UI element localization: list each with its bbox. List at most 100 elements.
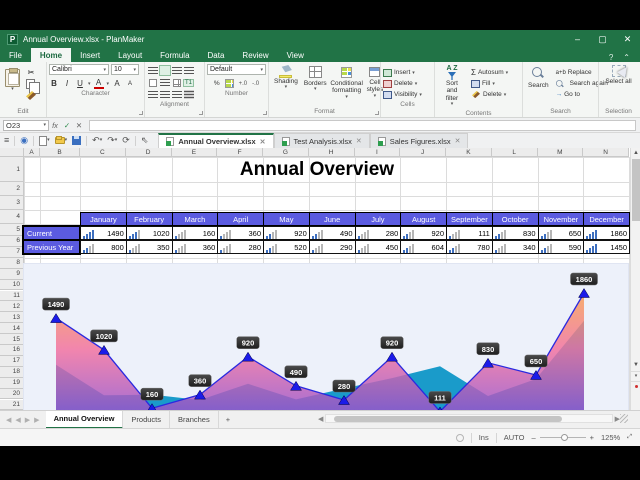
select-all-corner[interactable] [0, 148, 24, 157]
row-header-18[interactable]: 18 [0, 367, 24, 378]
paste-button[interactable]: ▾ [2, 66, 23, 94]
sheet-jump-button[interactable] [631, 381, 640, 390]
grow-font-button[interactable]: A [112, 79, 122, 88]
zoom-out-button[interactable]: – [531, 433, 535, 442]
number-dialog-launcher[interactable] [263, 111, 267, 115]
menu-tab-home[interactable]: Home [31, 48, 71, 62]
value-cell[interactable]: 920 [263, 226, 310, 240]
remove-decimal-button[interactable]: -.0 [252, 81, 259, 87]
select-all-button[interactable]: Select all [602, 64, 634, 86]
column-header-L[interactable]: L [492, 148, 538, 157]
column-header-N[interactable]: N [583, 148, 629, 157]
calc-mode-indicator[interactable]: AUTO [504, 433, 525, 442]
menu-tab-view[interactable]: View [278, 48, 313, 62]
cell-reference-box[interactable]: O23▾ [3, 120, 49, 131]
font-color-button[interactable]: A [94, 78, 104, 89]
borders-mini-icon[interactable] [173, 79, 181, 87]
conditional-formatting-button[interactable]: Conditional formatting▾ [330, 64, 364, 102]
menu-tab-review[interactable]: Review [233, 48, 277, 62]
column-header-B[interactable]: B [40, 148, 80, 157]
value-cell[interactable]: 1860 [583, 226, 630, 240]
value-cell[interactable]: 780 [446, 240, 493, 254]
month-header-cell[interactable]: May [263, 212, 310, 226]
tab-close-icon[interactable]: ✕ [455, 137, 461, 145]
column-header-I[interactable]: I [355, 148, 401, 157]
document-tab[interactable]: Test Analysis.xlsx✕ [274, 133, 370, 148]
value-cell[interactable]: 1450 [583, 240, 630, 254]
row-header-9[interactable]: 9 [0, 269, 24, 280]
sheet-nav-arrow[interactable]: ▶ [34, 416, 39, 424]
row-header-12[interactable]: 12 [0, 301, 24, 312]
value-cell[interactable]: 280 [217, 240, 264, 254]
menu-tab-insert[interactable]: Insert [71, 48, 109, 62]
month-header-cell[interactable]: November [538, 212, 585, 226]
horizontal-scrollbar[interactable]: ◀ ▶ [318, 413, 628, 424]
column-header-J[interactable]: J [400, 148, 446, 157]
sort-and-filter-button[interactable]: A Z Sort and filter▾ [437, 64, 467, 109]
zoom-level[interactable]: 125% [601, 433, 620, 442]
column-header-E[interactable]: E [172, 148, 218, 157]
value-cell[interactable]: 800 [80, 240, 127, 254]
month-header-cell[interactable]: February [126, 212, 173, 226]
number-format-select[interactable]: Default▾ [207, 64, 266, 75]
font-size-select[interactable]: 10▾ [111, 64, 139, 75]
value-cell[interactable]: 490 [309, 226, 356, 240]
cancel-entry-icon[interactable]: ✕ [73, 121, 85, 130]
column-header-G[interactable]: G [263, 148, 309, 157]
value-cell[interactable]: 360 [217, 226, 264, 240]
row-header-8[interactable]: 8 [0, 258, 24, 269]
scroll-left-icon[interactable]: ◀ [318, 415, 323, 423]
delete-contents-button[interactable]: Delete▾ [471, 89, 508, 100]
collapse-ribbon-icon[interactable]: ⌃ [623, 53, 630, 62]
visibility-button[interactable]: Visibility▾ [383, 89, 432, 100]
currency-format-icon[interactable] [225, 79, 234, 88]
column-header-A[interactable]: A [24, 148, 40, 157]
borders-button[interactable]: Borders▾ [301, 64, 330, 94]
row-header-19[interactable]: 19 [0, 378, 24, 389]
month-header-cell[interactable]: August [400, 212, 447, 226]
wrap-text-icon[interactable] [160, 78, 170, 87]
shading-button[interactable]: Shading▾ [271, 64, 301, 92]
resize-grip-icon[interactable] [620, 414, 628, 423]
delete-cells-button[interactable]: Delete▾ [383, 78, 432, 89]
add-sheet-button[interactable]: + [219, 415, 237, 424]
fill-button[interactable]: Fill▾ [471, 78, 508, 89]
row-header-16[interactable]: 16 [0, 345, 24, 356]
menu-tab-layout[interactable]: Layout [109, 48, 151, 62]
row-header-15[interactable]: 15 [0, 334, 24, 345]
month-header-cell[interactable]: March [172, 212, 219, 226]
value-cell[interactable]: 111 [446, 226, 493, 240]
align-left-icon[interactable] [148, 90, 158, 99]
row-header-6[interactable]: 6 [0, 236, 24, 247]
open-icon[interactable]: ▾ [55, 137, 68, 144]
shrink-font-button[interactable]: A [125, 81, 135, 87]
redo-icon[interactable]: ↷▾ [107, 136, 117, 145]
format-dialog-launcher[interactable] [375, 111, 379, 115]
row-header-5[interactable]: 5 [0, 224, 24, 236]
value-cell[interactable]: 280 [355, 226, 402, 240]
sheet-nav-arrow[interactable]: ◀ [15, 416, 20, 424]
value-cell[interactable]: 160 [172, 226, 219, 240]
horizontal-scroll-thumb[interactable] [334, 416, 562, 422]
minimize-button[interactable]: – [565, 30, 590, 48]
document-tab[interactable]: Sales Figures.xlsx✕ [370, 133, 469, 148]
column-header-M[interactable]: M [538, 148, 584, 157]
menu-tab-formula[interactable]: Formula [151, 48, 198, 62]
sheet-tab-products[interactable]: Products [123, 411, 170, 429]
scroll-down-icon[interactable]: ▼ [631, 360, 640, 370]
menu-icon[interactable]: ≡ [4, 136, 9, 145]
rotate-text-button[interactable]: T1 [183, 79, 194, 87]
value-cell[interactable]: 920 [400, 226, 447, 240]
split-view-button[interactable]: ▾ [631, 371, 640, 380]
tab-close-icon[interactable]: ✕ [356, 137, 362, 145]
month-header-cell[interactable]: October [492, 212, 539, 226]
value-cell[interactable]: 340 [492, 240, 539, 254]
align-top-icon[interactable] [148, 66, 158, 75]
percent-format-button[interactable]: % [214, 80, 220, 87]
month-header-cell[interactable]: September [446, 212, 493, 226]
cut-button[interactable]: ✂ [26, 68, 36, 77]
confirm-entry-icon[interactable]: ✓ [61, 121, 73, 130]
font-name-select[interactable]: Calibri▾ [49, 64, 109, 75]
value-cell[interactable]: 450 [355, 240, 402, 254]
month-header-cell[interactable]: April [217, 212, 264, 226]
